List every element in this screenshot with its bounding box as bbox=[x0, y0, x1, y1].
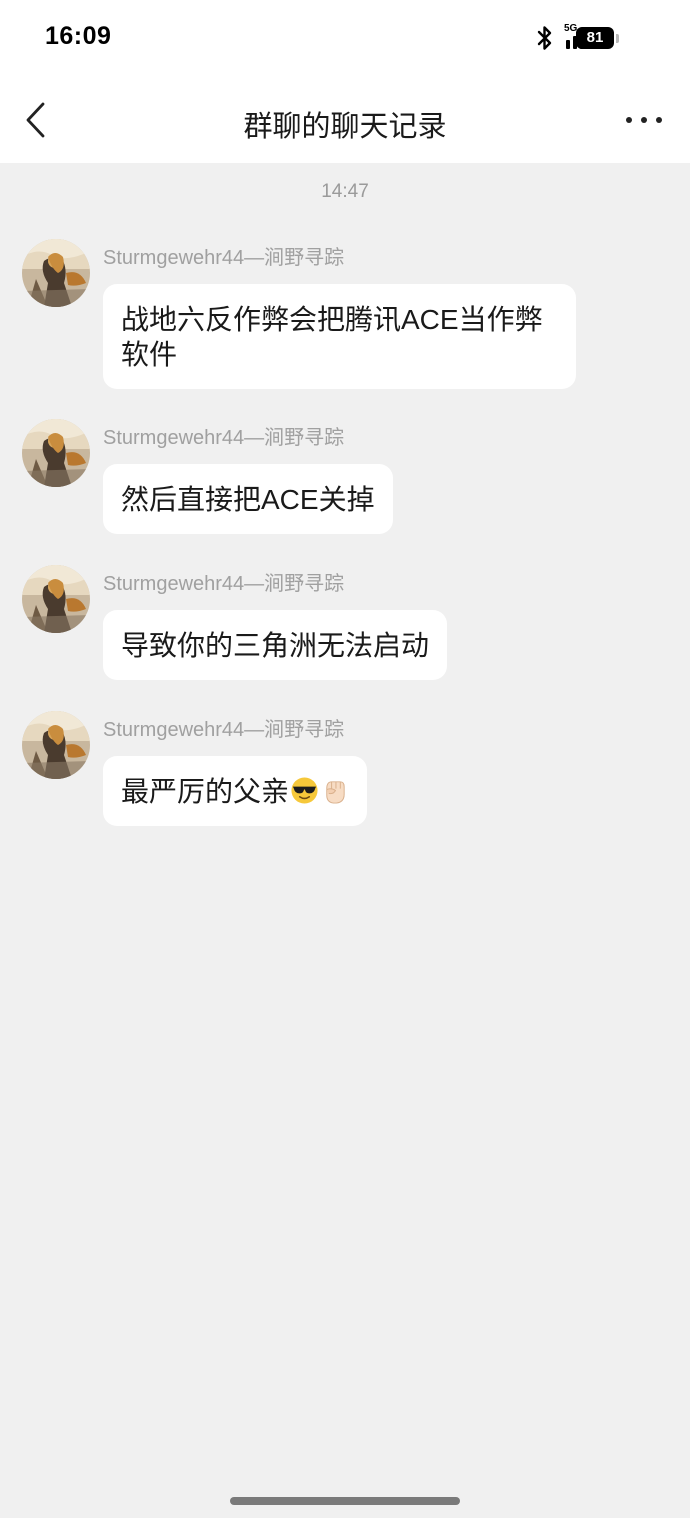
message-text: 最严厉的父亲 bbox=[121, 776, 290, 807]
sunglasses-face-emoji bbox=[291, 777, 318, 804]
sender-name: Sturmgewehr44—涧野寻踪 bbox=[103, 247, 345, 269]
avatar[interactable] bbox=[22, 711, 90, 779]
status-bar: 16:09 5G 81 bbox=[0, 0, 690, 76]
battery-icon: 81 bbox=[576, 27, 614, 49]
nav-bar: 群聊的聊天记录 bbox=[0, 76, 690, 163]
sender-name: Sturmgewehr44—涧野寻踪 bbox=[103, 573, 345, 595]
page-title: 群聊的聊天记录 bbox=[243, 111, 447, 143]
home-indicator[interactable] bbox=[230, 1497, 460, 1505]
message-bubble[interactable]: 导致你的三角洲无法启动 bbox=[103, 610, 448, 680]
message-bubble[interactable]: 然后直接把ACE关掉 bbox=[103, 464, 393, 534]
more-horizontal-icon[interactable] bbox=[624, 106, 664, 134]
status-time: 16:09 bbox=[45, 22, 112, 50]
message-bubble[interactable]: 最严厉的父亲 bbox=[103, 756, 368, 826]
bluetooth-icon bbox=[537, 26, 552, 50]
message-bubble[interactable]: 战地六反作弊会把腾讯ACE当作弊软件 bbox=[103, 284, 576, 389]
avatar[interactable] bbox=[22, 239, 90, 307]
raised-fist-emoji bbox=[326, 781, 345, 804]
sender-name: Sturmgewehr44—涧野寻踪 bbox=[103, 719, 345, 741]
avatar[interactable] bbox=[22, 419, 90, 487]
message-timestamp: 14:47 bbox=[321, 181, 369, 202]
battery-tip bbox=[616, 34, 619, 43]
avatar[interactable] bbox=[22, 565, 90, 633]
sender-name: Sturmgewehr44—涧野寻踪 bbox=[103, 427, 345, 449]
